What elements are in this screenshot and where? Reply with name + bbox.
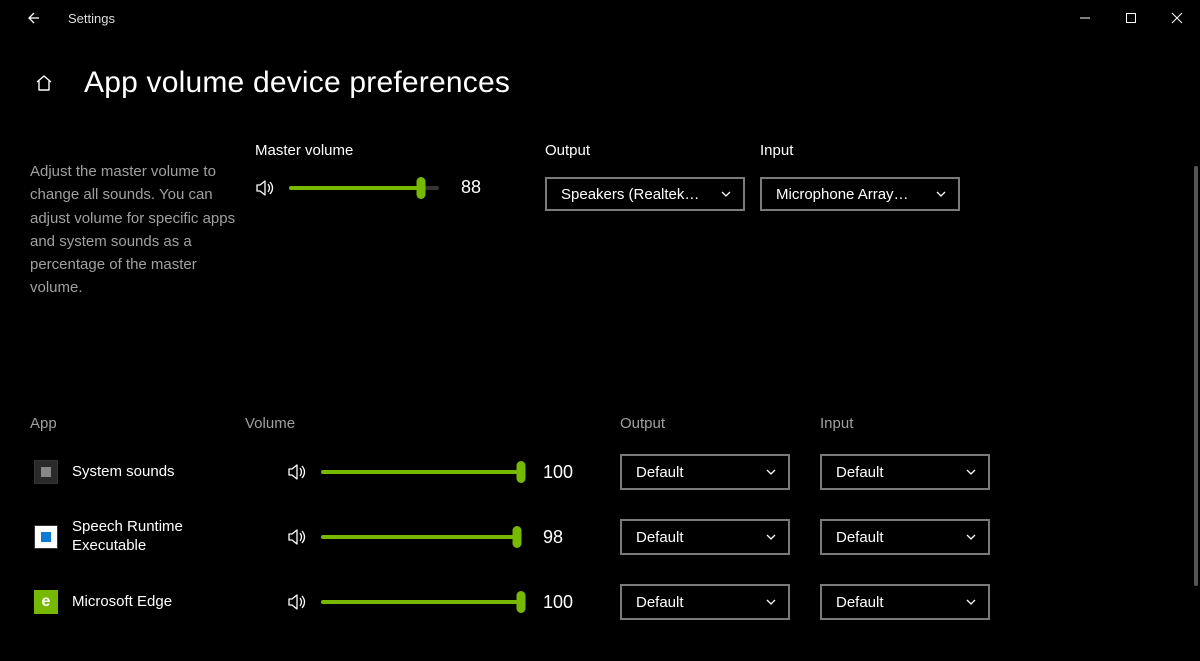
app-output-dropdown[interactable]: Default xyxy=(620,454,790,490)
minimize-icon xyxy=(1079,12,1091,24)
window-title: Settings xyxy=(68,11,115,26)
maximize-icon xyxy=(1125,12,1137,24)
app-icon xyxy=(34,525,58,549)
app-input-value: Default xyxy=(836,594,884,611)
home-button[interactable] xyxy=(34,73,54,93)
master-volume-label: Master volume xyxy=(255,142,545,159)
app-volume-slider[interactable] xyxy=(321,535,521,539)
arrow-left-icon xyxy=(24,10,40,26)
app-output-dropdown[interactable]: Default xyxy=(620,584,790,620)
app-volume-value: 98 xyxy=(543,527,575,548)
app-name-label: Microsoft Edge xyxy=(72,593,172,612)
home-icon xyxy=(34,73,54,93)
apps-header-output: Output xyxy=(620,415,820,432)
app-volume-value: 100 xyxy=(543,462,575,483)
app-input-dropdown[interactable]: Default xyxy=(820,584,990,620)
app-input-dropdown[interactable]: Default xyxy=(820,519,990,555)
app-input-value: Default xyxy=(836,529,884,546)
master-input-label: Input xyxy=(760,142,975,159)
page-description: Adjust the master volume to change all s… xyxy=(30,160,255,300)
master-input-value: Microphone Array… xyxy=(776,186,909,203)
app-input-value: Default xyxy=(836,464,884,481)
maximize-button[interactable] xyxy=(1108,0,1154,36)
apps-header-input: Input xyxy=(820,415,1000,432)
app-output-value: Default xyxy=(636,529,684,546)
app-name-label: System sounds xyxy=(72,463,175,482)
app-output-value: Default xyxy=(636,594,684,611)
speaker-icon[interactable] xyxy=(287,462,309,482)
speaker-icon[interactable] xyxy=(287,527,309,547)
window-controls xyxy=(1062,0,1200,36)
minimize-button[interactable] xyxy=(1062,0,1108,36)
chevron-down-icon xyxy=(719,187,733,201)
app-volume-value: 100 xyxy=(543,592,575,613)
apps-header-volume: Volume xyxy=(245,415,600,432)
app-row: System sounds 100 Default Default xyxy=(30,440,1170,505)
master-input-dropdown[interactable]: Microphone Array… xyxy=(760,177,960,211)
content-area: App volume device preferences Adjust the… xyxy=(0,36,1200,661)
apps-header-app: App xyxy=(30,415,245,432)
master-output-value: Speakers (Realtek… xyxy=(561,186,699,203)
speaker-icon[interactable] xyxy=(255,178,277,198)
speaker-icon[interactable] xyxy=(287,592,309,612)
app-row: Speech Runtime Executable 98 Default Defaul… xyxy=(30,505,1170,570)
close-icon xyxy=(1171,12,1183,24)
chevron-down-icon xyxy=(934,187,948,201)
back-button[interactable] xyxy=(12,0,52,36)
master-volume-value: 88 xyxy=(461,177,493,198)
app-volume-slider[interactable] xyxy=(321,470,521,474)
vertical-scrollbar[interactable] xyxy=(1194,166,1198,586)
app-output-dropdown[interactable]: Default xyxy=(620,519,790,555)
app-name-label: Speech Runtime Executable xyxy=(72,518,232,556)
app-icon: e xyxy=(34,590,58,614)
title-bar: Settings xyxy=(0,0,1200,36)
app-input-dropdown[interactable]: Default xyxy=(820,454,990,490)
app-volume-slider[interactable] xyxy=(321,600,521,604)
master-volume-slider[interactable] xyxy=(289,186,439,190)
master-output-label: Output xyxy=(545,142,760,159)
master-output-dropdown[interactable]: Speakers (Realtek… xyxy=(545,177,745,211)
app-row: e Microsoft Edge 100 Default Default xyxy=(30,570,1170,635)
app-icon xyxy=(34,460,58,484)
close-button[interactable] xyxy=(1154,0,1200,36)
app-output-value: Default xyxy=(636,464,684,481)
page-title: App volume device preferences xyxy=(84,66,510,100)
